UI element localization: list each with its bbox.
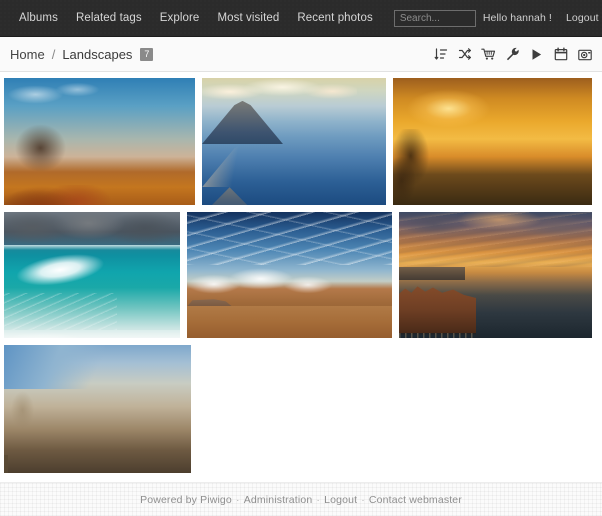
- art-layer-glow: [393, 78, 505, 129]
- thumb-ocean-wave[interactable]: [3, 211, 181, 339]
- thumb-desert-road[interactable]: [186, 211, 393, 339]
- art-layer-bare-trunk: [4, 455, 8, 473]
- nav-logout[interactable]: Logout: [559, 8, 602, 28]
- photo-count-badge: 7: [140, 47, 154, 61]
- nav-left-links: Albums Related tags Explore Most visited Rec…: [10, 8, 382, 28]
- art-layer-tree-l: [393, 128, 461, 205]
- slideshow-play-icon[interactable]: [529, 47, 544, 62]
- footer-administration[interactable]: Administration: [244, 494, 313, 506]
- art-layer-desert: [187, 306, 392, 338]
- calendar-icon[interactable]: [553, 47, 568, 62]
- footer-powered-by[interactable]: Powered by Piwigo: [140, 494, 232, 506]
- art-layer-foam-b: [4, 330, 180, 338]
- thumb-canal-city-image: [399, 212, 592, 338]
- thumb-volcano-clouds-image: [202, 78, 386, 205]
- art-layer-mesa: [187, 299, 233, 307]
- nav-albums[interactable]: Albums: [10, 8, 67, 28]
- thumb-autumn-tree[interactable]: [3, 77, 196, 206]
- nav-explore[interactable]: Explore: [151, 8, 209, 28]
- page-footer: Powered by Piwigo · Administration · Log…: [0, 482, 602, 516]
- art-layer-puffs: [187, 264, 356, 298]
- art-layer-cirrus: [187, 212, 392, 265]
- art-layer-tree-canopy: [4, 184, 131, 205]
- thumb-autumn-tree-image: [4, 78, 195, 205]
- breadcrumb-bar: Home / Landscapes 7: [0, 37, 602, 72]
- art-layer-sky-clouds: [399, 212, 592, 268]
- thumbnail-grid: [0, 72, 602, 482]
- thumb-golden-sunset-image: [393, 78, 592, 205]
- shuffle-icon[interactable]: [457, 47, 472, 62]
- art-layer-storm: [4, 212, 180, 245]
- thumb-forest-rays[interactable]: [3, 344, 192, 474]
- art-layer-clouds: [4, 78, 110, 112]
- search-container: [393, 9, 476, 27]
- art-layer-bldg-l: [399, 286, 477, 333]
- nav-right-links: Hello hannah !LogoutCustomizeAdmin: [476, 8, 602, 28]
- art-layer-tree-dark: [4, 111, 77, 185]
- thumb-canal-city[interactable]: [398, 211, 593, 339]
- breadcrumb-home[interactable]: Home: [10, 47, 45, 62]
- art-layer-bldg-l-win: [399, 332, 477, 338]
- art-layer-peak-main: [202, 100, 283, 145]
- thumb-forest-rays-image: [4, 345, 191, 473]
- footer-contact-webmaster[interactable]: Contact webmaster: [369, 494, 462, 506]
- footer-separator: ·: [232, 493, 243, 506]
- cart-icon[interactable]: [481, 47, 496, 62]
- thumb-volcano-clouds[interactable]: [201, 77, 387, 206]
- gallery-toolbar: [433, 47, 592, 62]
- top-navigation-bar: Albums Related tags Explore Most visited Rec…: [0, 0, 602, 37]
- art-layer-peak-main-lit: [202, 144, 283, 188]
- footer-logout[interactable]: Logout: [324, 494, 357, 506]
- nav-greeting: Hello hannah !: [482, 12, 552, 24]
- breadcrumb-separator: /: [51, 46, 56, 62]
- nav-most-visited[interactable]: Most visited: [208, 8, 288, 28]
- breadcrumb-current[interactable]: Landscapes: [62, 47, 132, 62]
- art-layer-hcloud: [202, 78, 357, 101]
- thumbnail-row: [3, 344, 602, 474]
- thumb-golden-sunset[interactable]: [392, 77, 593, 206]
- breadcrumb: Home / Landscapes 7: [10, 46, 154, 62]
- footer-text: Powered by Piwigo · Administration · Log…: [140, 494, 462, 506]
- thumbnail-row: [3, 211, 602, 339]
- art-layer-peak-side: [202, 187, 258, 205]
- thumbnail-row: [3, 77, 602, 206]
- footer-separator: ·: [358, 493, 368, 506]
- thumb-desert-road-image: [187, 212, 392, 338]
- art-layer-bare-tree: [4, 388, 42, 456]
- footer-separator: ·: [313, 493, 324, 506]
- nav-recent-photos[interactable]: Recent photos: [288, 8, 381, 28]
- nav-related-tags[interactable]: Related tags: [67, 8, 151, 28]
- thumb-ocean-wave-image: [4, 212, 180, 338]
- sort-order-icon[interactable]: [433, 47, 448, 62]
- art-layer-skypatch: [4, 345, 105, 389]
- art-layer-far-city: [399, 267, 465, 281]
- search-input[interactable]: [393, 9, 476, 27]
- wrench-icon[interactable]: [505, 47, 520, 62]
- piwigo-gallery-page: Albums Related tags Explore Most visited Rec…: [0, 0, 602, 516]
- photo-camera-icon[interactable]: [577, 47, 592, 62]
